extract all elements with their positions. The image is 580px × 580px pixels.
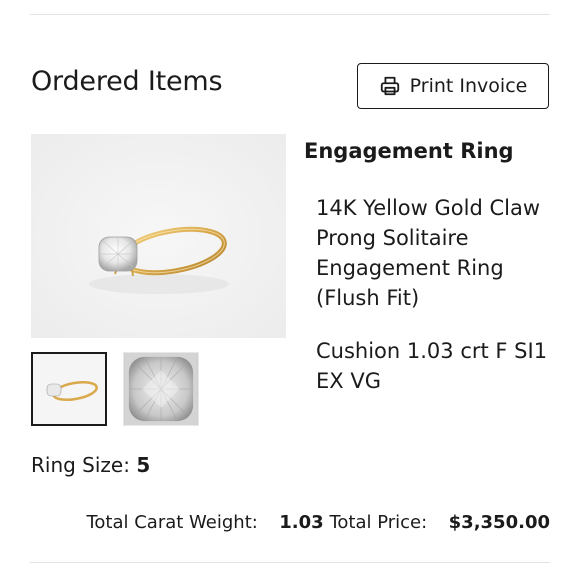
ring-size-value: 5 — [136, 453, 151, 477]
ring-size: Ring Size: 5 — [31, 453, 150, 477]
order-totals: Total Carat Weight: 1.03 Total Price: $3… — [86, 512, 550, 533]
thumbnail-ring[interactable] — [31, 352, 107, 426]
item-description: 14K Yellow Gold Claw Prong Solitaire Eng… — [316, 196, 540, 310]
product-main-image — [31, 134, 286, 338]
top-divider — [30, 14, 550, 15]
ring-size-label: Ring Size: — [31, 453, 130, 477]
print-invoice-button[interactable]: Print Invoice — [357, 63, 549, 109]
total-carat-value: 1.03 — [279, 512, 324, 533]
item-stone-details: Cushion 1.03 crt F SI1 EX VG — [316, 339, 548, 393]
page-title: Ordered Items — [31, 66, 223, 97]
total-price-label: Total Price: — [329, 512, 428, 533]
print-invoice-label: Print Invoice — [409, 75, 528, 97]
printer-icon — [379, 75, 401, 97]
thumbnail-diamond[interactable] — [123, 352, 199, 426]
total-price-value: $3,350.00 — [448, 512, 550, 533]
bottom-divider — [30, 562, 550, 563]
total-carat-label: Total Carat Weight: — [86, 512, 258, 533]
item-name: Engagement Ring — [304, 139, 514, 163]
